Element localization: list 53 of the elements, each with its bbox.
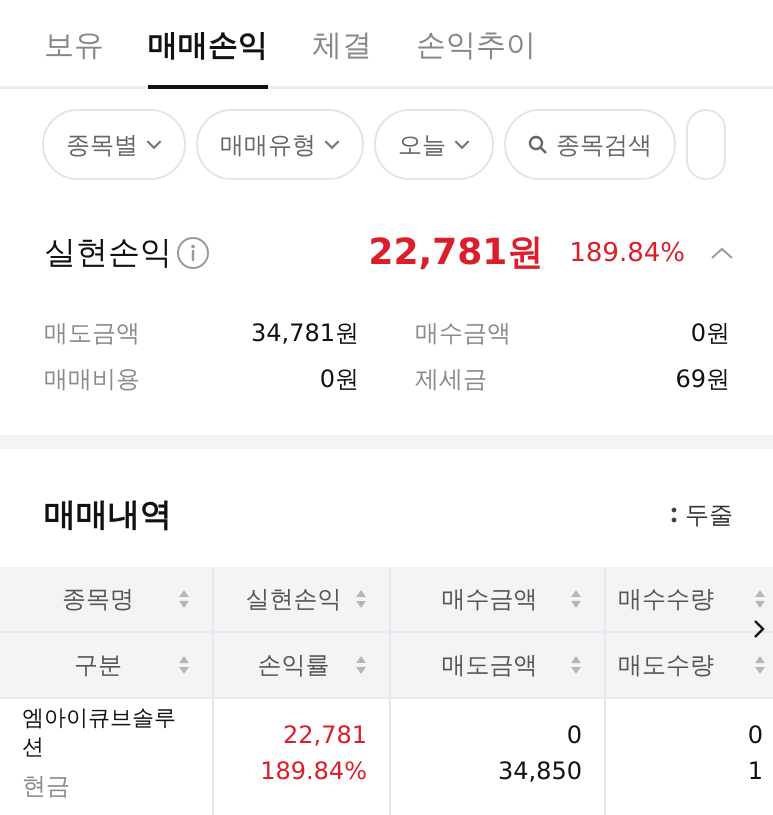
table-cell: 189.84%: [260, 757, 367, 785]
collapse-button[interactable]: [711, 246, 733, 258]
two-line-option[interactable]: 두줄: [671, 499, 733, 531]
sort-icon[interactable]: [570, 588, 582, 610]
profit-rate: 189.84%: [569, 238, 685, 268]
chevron-down-icon: [146, 140, 162, 150]
table-cell-text: 엠아이큐브솔루션: [22, 705, 177, 762]
column-header[interactable]: 종목명: [0, 567, 213, 632]
realized-profit: 22,781원: [368, 231, 544, 275]
column-header[interactable]: 매수금액: [390, 567, 605, 632]
sort-icon[interactable]: [570, 654, 582, 676]
section-title: 매매내역: [44, 494, 172, 535]
detail-label: 매수금액: [415, 318, 511, 349]
detail-value: 34,781원: [251, 318, 359, 349]
search-button[interactable]: 종목검색: [504, 109, 676, 180]
column-header[interactable]: 구분: [0, 632, 213, 698]
sort-icon[interactable]: [754, 654, 766, 676]
table-cell: 0: [566, 721, 582, 749]
column-header[interactable]: 실현손익: [213, 567, 390, 632]
sort-icon[interactable]: [355, 588, 367, 610]
sort-icon[interactable]: [355, 654, 367, 676]
column-header[interactable]: 매수수량: [605, 567, 773, 632]
search-icon: [528, 134, 548, 154]
table-cell: 34,850: [498, 757, 582, 785]
table-cell: 22,781: [283, 721, 367, 749]
filter-dropdown[interactable]: 종목별: [42, 109, 186, 180]
table-cell: 1: [748, 757, 763, 785]
table-cell-text: 현금: [22, 771, 70, 802]
detail-label: 매매비용: [44, 364, 140, 395]
tab[interactable]: 보유: [44, 0, 104, 89]
detail-value: 0원: [690, 318, 730, 349]
sort-icon[interactable]: [754, 588, 766, 610]
section-title: 실현손익: [44, 232, 172, 272]
tab[interactable]: 체결: [312, 0, 372, 89]
chevron-down-icon: [454, 140, 470, 150]
filter-dropdown[interactable]: 매매유형: [196, 109, 364, 180]
sort-icon[interactable]: [178, 588, 190, 610]
tab[interactable]: 손익추이: [416, 0, 536, 89]
chevron-down-icon: [324, 140, 340, 150]
info-icon[interactable]: [176, 236, 210, 270]
sort-icon[interactable]: [178, 654, 190, 676]
column-header[interactable]: 매도금액: [390, 632, 605, 698]
detail-value: 0원: [320, 364, 359, 395]
column-header[interactable]: 매도수량: [605, 632, 773, 698]
filter-dropdown[interactable]: 오늘: [374, 109, 494, 180]
column-header[interactable]: 손익률: [213, 632, 390, 698]
filter-chip[interactable]: [686, 109, 726, 180]
tab[interactable]: 매매손익: [148, 0, 268, 89]
detail-value: 69원: [675, 364, 730, 395]
table-cell: 0: [748, 721, 763, 749]
detail-label: 매도금액: [44, 318, 140, 349]
dot-icon: [671, 505, 677, 525]
detail-label: 제세금: [415, 364, 487, 395]
